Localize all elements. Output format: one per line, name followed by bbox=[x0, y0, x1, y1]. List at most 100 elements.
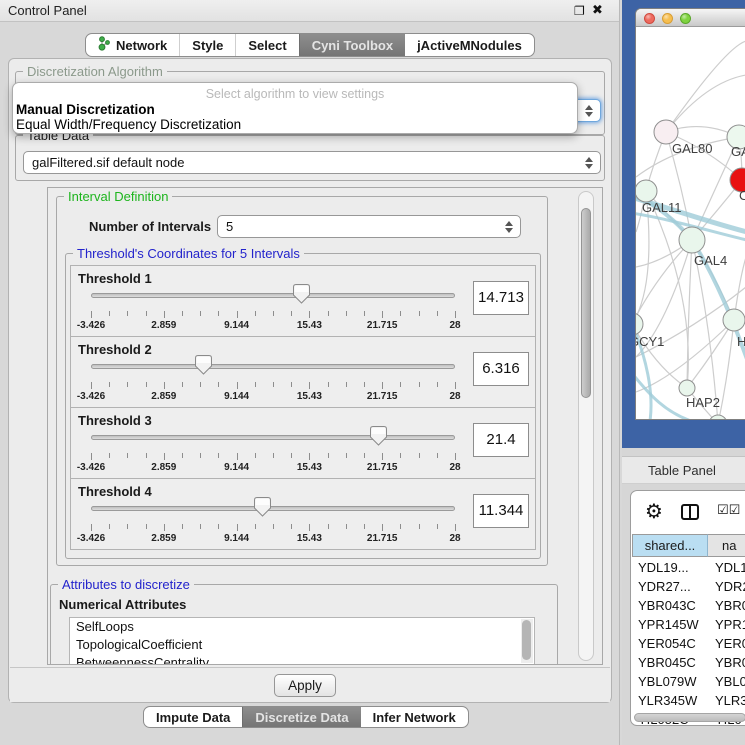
table-row[interactable]: YBR043C YBR0 bbox=[631, 596, 745, 615]
gear-icon[interactable]: ⚙ bbox=[645, 499, 663, 524]
cell-shared-name[interactable]: YBL079W bbox=[638, 672, 697, 691]
tick-label: 2.859 bbox=[151, 533, 176, 544]
network-node[interactable] bbox=[709, 415, 727, 420]
slider-handle[interactable] bbox=[254, 497, 271, 517]
cell-shared-name[interactable]: YDL19... bbox=[638, 558, 689, 577]
tick-mark bbox=[291, 382, 292, 387]
network-node-gal11[interactable] bbox=[636, 180, 657, 202]
cell-name[interactable]: YBR0 bbox=[715, 653, 745, 672]
app-root: { "window": { "title": "Control Panel", … bbox=[0, 0, 745, 745]
threshold-slider[interactable]: -3.4262.8599.14415.4321.71528 bbox=[91, 491, 455, 549]
slider-handle[interactable] bbox=[370, 426, 387, 446]
table-row[interactable]: YDL19... YDL1 bbox=[631, 558, 745, 577]
cell-shared-name[interactable]: YER054C bbox=[638, 634, 696, 653]
slider-tick-labels: -3.4262.8599.14415.4321.71528 bbox=[91, 462, 455, 474]
panel-title: Control Panel bbox=[8, 3, 87, 18]
attribute-item-topologicalcoefficient[interactable]: TopologicalCoefficient bbox=[70, 636, 534, 654]
traffic-light-zoom[interactable] bbox=[680, 13, 691, 24]
cell-name[interactable]: YDR2 bbox=[715, 577, 745, 596]
network-node-gcy1[interactable] bbox=[636, 313, 643, 335]
slider-handle[interactable] bbox=[195, 355, 212, 375]
select-columns-icon[interactable]: ☑☑ bbox=[717, 502, 740, 518]
float-window-icon[interactable]: ❐ bbox=[574, 4, 585, 18]
attributes-list[interactable]: SelfLoopsTopologicalCoefficientBetweenne… bbox=[69, 617, 535, 665]
table-row[interactable]: YLR345W YLR3 bbox=[631, 691, 745, 710]
tick-mark bbox=[291, 311, 292, 316]
scrollbar-thumb[interactable] bbox=[581, 208, 591, 398]
tab-infer-network[interactable]: Infer Network bbox=[361, 707, 468, 727]
threshold-slider[interactable]: -3.4262.8599.14415.4321.71528 bbox=[91, 349, 455, 407]
table-panel-title: Table Panel bbox=[648, 463, 716, 478]
network-window-titlebar[interactable] bbox=[636, 9, 745, 27]
column-header-shared-name[interactable]: shared... bbox=[632, 534, 708, 557]
cell-name[interactable]: YBR0 bbox=[715, 596, 745, 615]
num-intervals-combo[interactable]: 5 bbox=[217, 215, 521, 238]
tick-mark bbox=[273, 382, 274, 387]
network-node-gal4[interactable] bbox=[679, 227, 705, 253]
tab-network[interactable]: Network bbox=[86, 34, 179, 56]
threshold-value-field[interactable]: 14.713 bbox=[473, 281, 529, 315]
node-label: HAP2 bbox=[686, 395, 720, 410]
table-row[interactable]: YBR045C YBR0 bbox=[631, 653, 745, 672]
attributes-scrollbar[interactable] bbox=[521, 619, 533, 663]
column-header-name[interactable]: na bbox=[708, 534, 745, 557]
table-row[interactable]: YPR145W YPR1 bbox=[631, 615, 745, 634]
cell-shared-name[interactable]: YBR045C bbox=[638, 653, 696, 672]
popup-item-equal-width-frequency[interactable]: Equal Width/Frequency Discretization bbox=[16, 117, 241, 132]
traffic-light-close[interactable] bbox=[644, 13, 655, 24]
tick-mark bbox=[255, 453, 256, 458]
slider-handle[interactable] bbox=[293, 284, 310, 304]
tick-mark bbox=[218, 311, 219, 316]
cell-shared-name[interactable]: YBR043C bbox=[638, 596, 696, 615]
tab-label: jActiveMNodules bbox=[417, 38, 522, 53]
slider-track[interactable] bbox=[91, 506, 455, 511]
tick-mark bbox=[109, 311, 110, 316]
threshold-slider[interactable]: -3.4262.8599.14415.4321.71528 bbox=[91, 278, 455, 336]
slider-track[interactable] bbox=[91, 435, 455, 440]
tab-cyni-toolbox[interactable]: Cyni Toolbox bbox=[299, 34, 405, 56]
cell-shared-name[interactable]: YPR145W bbox=[638, 615, 699, 634]
threshold-value-field[interactable]: 21.4 bbox=[473, 423, 529, 457]
threshold-value-field[interactable]: 11.344 bbox=[473, 494, 529, 528]
columns-icon[interactable] bbox=[681, 504, 699, 520]
tab-style[interactable]: Style bbox=[179, 34, 235, 56]
popup-item-manual-discretization[interactable]: Manual Discretization bbox=[16, 102, 155, 117]
scrollbar-thumb[interactable] bbox=[522, 620, 531, 660]
tick-mark bbox=[419, 382, 420, 387]
cell-name[interactable]: YDL1 bbox=[715, 558, 745, 577]
traffic-light-minimize[interactable] bbox=[662, 13, 673, 24]
network-node-hap2[interactable] bbox=[679, 380, 695, 396]
threshold-slider[interactable]: -3.4262.8599.14415.4321.71528 bbox=[91, 420, 455, 478]
table-row[interactable]: YER054C YER0 bbox=[631, 634, 745, 653]
cell-shared-name[interactable]: YLR345W bbox=[638, 691, 697, 710]
table-row[interactable]: YDR27... YDR2 bbox=[631, 577, 745, 596]
cell-name[interactable]: YLR3 bbox=[715, 691, 745, 710]
attribute-item-betweennesscentrality[interactable]: BetweennessCentrality bbox=[70, 654, 534, 665]
table-horizontal-scrollbar[interactable] bbox=[634, 713, 745, 722]
tick-label: -3.426 bbox=[77, 320, 105, 331]
tick-label: -3.426 bbox=[77, 533, 105, 544]
tick-mark bbox=[164, 453, 165, 460]
table-row[interactable]: YBL079W YBL0 bbox=[631, 672, 745, 691]
panel-vertical-scrollbar[interactable] bbox=[578, 191, 594, 661]
algorithm-popup: Select algorithm to view settings Manual… bbox=[12, 82, 578, 134]
tab-impute-data[interactable]: Impute Data bbox=[144, 707, 242, 727]
table-data-combo[interactable]: galFiltered.sif default node bbox=[23, 151, 601, 174]
apply-button[interactable]: Apply bbox=[274, 674, 336, 697]
cell-name[interactable]: YBL0 bbox=[715, 672, 745, 691]
slider-track[interactable] bbox=[91, 293, 455, 298]
tab-discretize-data[interactable]: Discretize Data bbox=[242, 707, 360, 727]
tab-jactivemnodules[interactable]: jActiveMNodules bbox=[405, 34, 534, 56]
cell-shared-name[interactable]: YDR27... bbox=[638, 577, 691, 596]
tick-mark bbox=[309, 311, 310, 318]
attribute-item-selfloops[interactable]: SelfLoops bbox=[70, 618, 534, 636]
network-edge bbox=[636, 240, 692, 324]
threshold-value-field[interactable]: 6.316 bbox=[473, 352, 529, 386]
cell-name[interactable]: YPR1 bbox=[715, 615, 745, 634]
network-node-h[interactable] bbox=[723, 309, 745, 331]
slider-track[interactable] bbox=[91, 364, 455, 369]
close-panel-icon[interactable]: ✖ bbox=[592, 2, 603, 18]
cell-name[interactable]: YER0 bbox=[715, 634, 745, 653]
tab-select[interactable]: Select bbox=[235, 34, 298, 56]
network-canvas[interactable]: GAL80GACGAL11GAL4GCY1HHAP2 bbox=[636, 27, 745, 420]
